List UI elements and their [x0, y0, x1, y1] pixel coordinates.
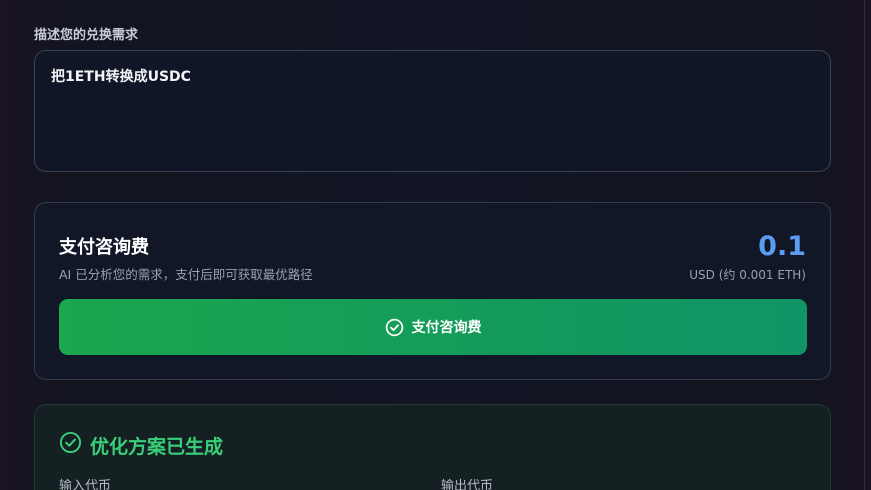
request-label: 描述您的兑换需求 [34, 28, 139, 43]
window-edge-divider [864, 0, 865, 490]
result-title: 优化方案已生成 [59, 431, 223, 459]
consult-fee-card: 支付咨询费 AI 已分析您的需求，支付后即可获取最优路径 0.1 USD (约 … [34, 202, 831, 380]
pay-button-label: 支付咨询费 [411, 319, 482, 335]
output-token-label: 输出代币 [441, 479, 494, 490]
result-title-text: 优化方案已生成 [90, 435, 224, 458]
check-circle-icon [59, 431, 82, 459]
input-token-label: 输入代币 [59, 479, 112, 490]
request-textarea[interactable]: 把1ETH转换成USDC [34, 50, 831, 172]
request-text-value: 把1ETH转换成USDC [51, 69, 191, 85]
result-card: 优化方案已生成 输入代币 输出代币 [34, 404, 831, 490]
pay-consult-fee-button[interactable]: 支付咨询费 [59, 299, 807, 355]
fee-unit: USD (约 0.001 ETH) [689, 268, 806, 282]
fee-card-subtitle: AI 已分析您的需求，支付后即可获取最优路径 [59, 267, 313, 282]
fee-card-title: 支付咨询费 [59, 237, 149, 258]
fee-amount: 0.1 [758, 231, 806, 262]
check-circle-icon [385, 318, 404, 337]
